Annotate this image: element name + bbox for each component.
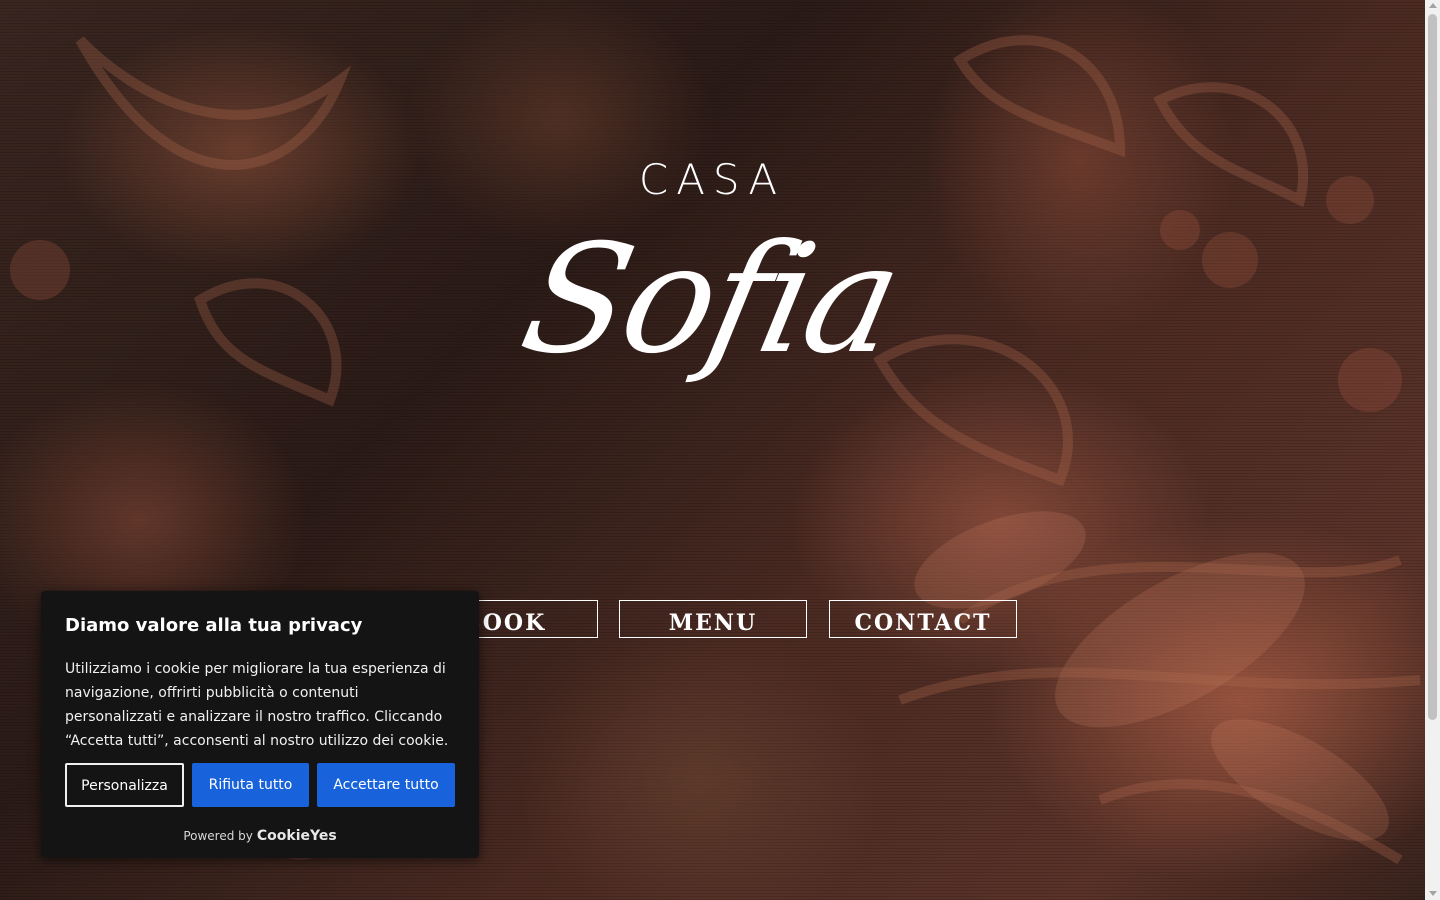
scroll-up-icon[interactable]: [1429, 3, 1437, 8]
cookieyes-logo[interactable]: CookieYes: [257, 828, 337, 844]
menu-button[interactable]: MENU: [619, 600, 807, 638]
customize-button[interactable]: Personalizza: [65, 763, 184, 807]
cookie-banner-text: Utilizziamo i cookie per migliorare la t…: [65, 661, 449, 749]
scrollbar-thumb[interactable]: [1428, 14, 1437, 720]
powered-by: Powered by CookieYes: [41, 828, 479, 844]
scroll-down-icon[interactable]: [1429, 891, 1437, 896]
reject-all-button[interactable]: Rifiuta tutto: [192, 763, 309, 807]
cookie-banner-title: Diamo valore alla tua privacy: [65, 615, 363, 636]
cookie-consent-banner: Diamo valore alla tua privacy Utilizziam…: [41, 591, 479, 858]
powered-by-label: Powered by: [183, 829, 253, 843]
contact-button[interactable]: CONTACT: [829, 600, 1017, 638]
accept-all-button[interactable]: Accettare tutto: [317, 763, 455, 807]
cookie-banner-actions: Personalizza Rifiuta tutto Accettare tut…: [65, 763, 455, 807]
